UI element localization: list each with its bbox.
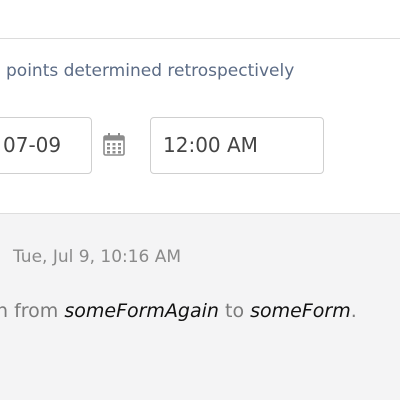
field-label: points determined retrospectively — [6, 61, 295, 81]
history-change-description: n from someFormAgain to someForm. — [0, 300, 357, 322]
section-divider — [0, 38, 400, 39]
change-suffix: . — [350, 300, 357, 322]
change-middle: to — [218, 300, 251, 322]
calendar-icon[interactable] — [103, 132, 125, 156]
history-timestamp: Tue, Jul 9, 10:16 AM — [13, 247, 182, 267]
to-value: someForm — [250, 300, 351, 322]
time-input[interactable]: 12:00 AM — [150, 117, 324, 174]
date-input[interactable]: 07-09 — [0, 117, 92, 174]
change-prefix: n from — [0, 300, 65, 322]
history-panel: Tue, Jul 9, 10:16 AM n from someFormAgai… — [0, 213, 400, 400]
form-section: points determined retrospectively 07-09 … — [0, 0, 400, 213]
from-value: someFormAgain — [64, 300, 219, 322]
